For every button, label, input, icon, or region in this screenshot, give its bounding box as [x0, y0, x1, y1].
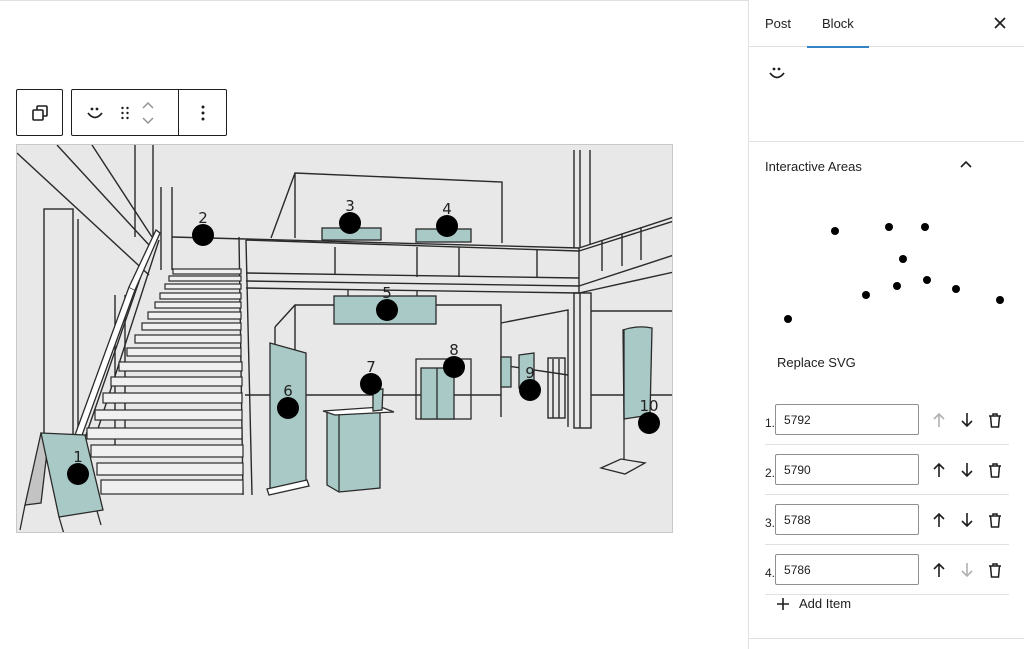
hotspot-dot[interactable] [360, 373, 382, 395]
move-down-button[interactable] [953, 506, 981, 534]
trash-icon [989, 412, 1002, 428]
list-item: 1. [765, 395, 1009, 445]
interactive-image[interactable]: 1 2 3 4 5 6 7 8 9 10 [16, 144, 673, 533]
preview-dot-5 [899, 255, 907, 263]
trash-icon [989, 462, 1002, 478]
list-item: 3. [765, 495, 1009, 545]
add-item-label: Add Item [799, 596, 852, 611]
preview-dot-3 [885, 223, 893, 231]
move-up-button[interactable] [925, 406, 953, 434]
arrow-down-icon [961, 412, 973, 427]
hotspot-dot[interactable] [339, 212, 361, 234]
arrow-up-icon [933, 512, 945, 527]
move-up-button[interactable] [925, 556, 953, 584]
item-id-input[interactable] [775, 404, 920, 435]
move-up-down-group [132, 90, 164, 135]
item-id-input[interactable] [775, 504, 920, 535]
move-up-button[interactable] [925, 456, 953, 484]
move-down-button[interactable] [141, 113, 155, 129]
chevron-up-icon [960, 160, 972, 168]
block-type-button[interactable] [72, 90, 118, 135]
hotspot-2[interactable]: 2 [192, 209, 214, 246]
tab-post[interactable]: Post [749, 0, 807, 47]
item-number: 4. [765, 565, 776, 580]
preview-dot-1 [784, 315, 792, 323]
arrow-down-icon [961, 512, 973, 527]
preview-dot-8 [923, 276, 931, 284]
block-card [749, 47, 1024, 142]
drag-handle[interactable] [118, 90, 132, 135]
close-sidebar-button[interactable] [990, 13, 1010, 33]
delete-button[interactable] [981, 556, 1009, 584]
close-icon [994, 17, 1006, 29]
trash-icon [989, 512, 1002, 528]
delete-button[interactable] [981, 506, 1009, 534]
replace-svg-button[interactable]: Replace SVG [777, 355, 856, 370]
item-id-input[interactable] [775, 454, 920, 485]
editor-canvas: 1 2 3 4 5 6 7 8 9 10 [0, 0, 748, 649]
hotspot-dot[interactable] [519, 379, 541, 401]
preview-dot-9 [952, 285, 960, 293]
arrow-up-icon [933, 562, 945, 577]
list-item: 4. [765, 545, 1009, 595]
hotspot-dot[interactable] [67, 463, 89, 485]
trash-icon [989, 562, 1002, 578]
block-transform-group [16, 89, 63, 136]
item-number: 3. [765, 515, 776, 530]
move-up-button[interactable] [925, 506, 953, 534]
hotspot-4[interactable]: 4 [436, 200, 458, 237]
settings-sidebar: Post Block Interactive Areas Replace SVG… [748, 0, 1024, 649]
item-number: 2. [765, 465, 776, 480]
tab-block[interactable]: Block [807, 0, 869, 48]
preview-dot-4 [921, 223, 929, 231]
preview-dot-10 [996, 296, 1004, 304]
hotspot-dot[interactable] [376, 299, 398, 321]
item-number: 1. [765, 415, 776, 430]
arrow-up-icon [933, 412, 945, 427]
chevron-down-icon [142, 116, 154, 124]
panel-divider [749, 638, 1024, 639]
hotspot-7[interactable]: 7 [360, 358, 382, 395]
delete-button[interactable] [981, 456, 1009, 484]
svg-preview [784, 223, 1004, 323]
delete-button[interactable] [981, 406, 1009, 434]
hotspot-dot[interactable] [192, 224, 214, 246]
smiley-icon [769, 67, 785, 79]
drag-handle-icon [121, 106, 129, 119]
hotspot-8[interactable]: 8 [443, 341, 465, 378]
chevron-up-icon [142, 101, 154, 109]
hotspot-dot[interactable] [436, 215, 458, 237]
preview-dot-7 [893, 282, 901, 290]
hotspot-dot[interactable] [443, 356, 465, 378]
hotspot-dot[interactable] [638, 412, 660, 434]
preview-dot-2 [831, 227, 839, 235]
arrow-down-icon [961, 462, 973, 477]
hotspot-dot[interactable] [277, 397, 299, 419]
add-item-button[interactable]: Add Item [777, 596, 851, 611]
more-vertical-icon [201, 105, 204, 120]
preview-dot-6 [862, 291, 870, 299]
block-transform-icon [31, 104, 48, 121]
block-transform-button[interactable] [17, 90, 62, 135]
list-item: 2. [765, 445, 1009, 495]
plus-icon [777, 597, 789, 610]
move-down-button[interactable] [953, 406, 981, 434]
block-options-button[interactable] [179, 90, 226, 135]
item-id-input[interactable] [775, 554, 920, 585]
hotspot-3[interactable]: 3 [339, 197, 361, 234]
move-up-button[interactable] [141, 97, 155, 113]
arrow-down-icon [961, 562, 973, 577]
hotspot-10[interactable]: 10 [638, 397, 660, 434]
move-down-button[interactable] [953, 556, 981, 584]
interactive-areas-panel-toggle[interactable]: Interactive Areas [749, 142, 1024, 190]
arrow-up-icon [933, 462, 945, 477]
move-down-button[interactable] [953, 456, 981, 484]
smiley-icon [87, 107, 103, 118]
block-toolbar [71, 89, 227, 136]
panel-title: Interactive Areas [765, 158, 862, 174]
lobby-illustration: 123 45678910 [17, 145, 672, 532]
sidebar-tabs: Post Block [749, 0, 1024, 48]
interactive-areas-list: 1. 2. 3. [765, 395, 1009, 595]
